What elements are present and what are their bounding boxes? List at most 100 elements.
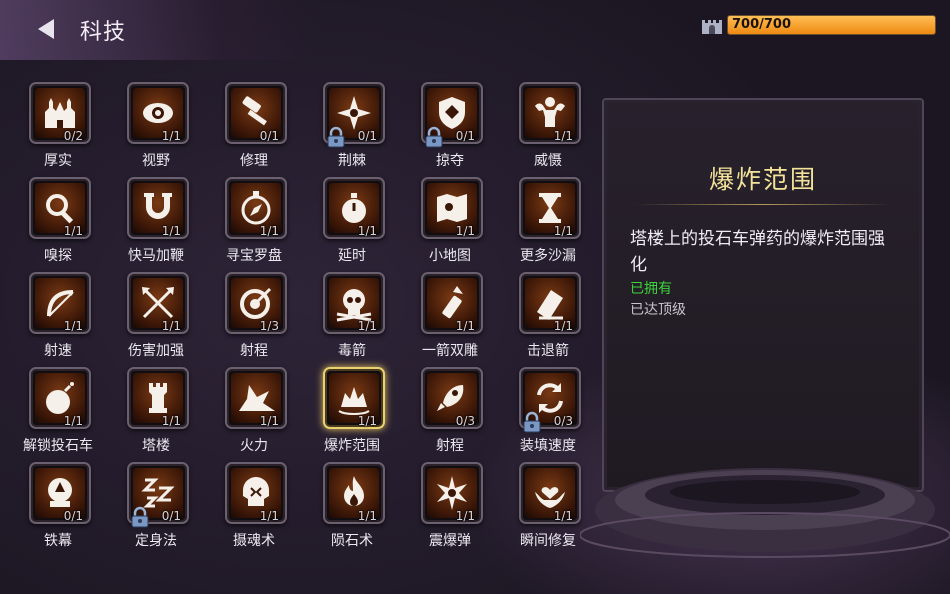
tech-item[interactable]: 1/1 伤害加强 bbox=[118, 272, 194, 367]
max-level-status: 已达顶级 bbox=[630, 302, 686, 318]
tech-item[interactable]: 1/1 一箭双雕 bbox=[412, 272, 488, 367]
tech-name: 修理 bbox=[240, 153, 268, 169]
tech-level: 1/1 bbox=[357, 414, 377, 428]
detail-panel: 爆炸范围 塔楼上的投石车弹药的爆炸范围强化 已拥有 已达顶级 bbox=[602, 98, 924, 492]
tech-name: 寻宝罗盘 bbox=[226, 248, 282, 264]
tech-tile[interactable]: 1/1 bbox=[29, 367, 91, 429]
tech-item[interactable]: 0/1 荆棘 bbox=[314, 82, 390, 177]
tech-level: 1/1 bbox=[259, 509, 279, 523]
pedestal-decoration bbox=[580, 468, 950, 558]
tech-tile[interactable]: 1/1 bbox=[29, 272, 91, 334]
tech-tile[interactable]: 0/3 bbox=[519, 367, 581, 433]
detail-description: 塔楼上的投石车弹药的爆炸范围强化 bbox=[630, 229, 885, 275]
tech-item[interactable]: 1/1 快马加鞭 bbox=[118, 177, 194, 272]
tech-tile[interactable]: 0/1 bbox=[323, 82, 385, 148]
tech-item[interactable]: 0/2 厚实 bbox=[20, 82, 96, 177]
lock-icon bbox=[424, 126, 444, 148]
tech-item[interactable]: 0/3 装填速度 bbox=[510, 367, 586, 462]
tech-level: 1/1 bbox=[161, 414, 181, 428]
tech-tile[interactable]: 1/1 bbox=[421, 462, 483, 524]
tech-tile[interactable]: 1/1 bbox=[421, 272, 483, 334]
tech-item[interactable]: 1/1 毒箭 bbox=[314, 272, 390, 367]
tech-tile[interactable]: 1/1 bbox=[127, 82, 189, 144]
tech-item[interactable]: 0/1 掠夺 bbox=[412, 82, 488, 177]
tech-item[interactable]: 0/1 修理 bbox=[216, 82, 292, 177]
tech-tile[interactable]: 1/1 bbox=[519, 462, 581, 524]
lock-icon bbox=[130, 506, 150, 528]
tech-tile[interactable]: 1/1 bbox=[225, 462, 287, 524]
tech-level: 0/1 bbox=[161, 509, 181, 523]
castle-health: 700/700 bbox=[700, 12, 940, 36]
tech-name: 火力 bbox=[240, 438, 268, 454]
lock-icon bbox=[326, 126, 346, 148]
tech-tile[interactable]: 0/1 bbox=[29, 462, 91, 524]
tech-tile[interactable]: 1/1 bbox=[323, 177, 385, 239]
tech-level: 1/1 bbox=[161, 129, 181, 143]
tech-name: 荆棘 bbox=[338, 153, 366, 169]
tech-name: 毒箭 bbox=[338, 343, 366, 359]
tech-item[interactable]: 1/1 嗅探 bbox=[20, 177, 96, 272]
tech-level: 1/1 bbox=[259, 414, 279, 428]
tech-level: 1/1 bbox=[63, 224, 83, 238]
tech-tile[interactable]: 1/1 bbox=[225, 177, 287, 239]
back-arrow-icon[interactable] bbox=[32, 16, 58, 42]
title-divider bbox=[634, 204, 892, 205]
tech-tile[interactable]: 1/1 bbox=[519, 82, 581, 144]
tech-item[interactable]: 1/1 小地图 bbox=[412, 177, 488, 272]
tech-level: 1/1 bbox=[455, 509, 475, 523]
tech-level: 1/1 bbox=[161, 224, 181, 238]
owned-status: 已拥有 bbox=[630, 281, 672, 297]
tech-tile[interactable]: 1/3 bbox=[225, 272, 287, 334]
tech-item[interactable]: 1/1 摄魂术 bbox=[216, 462, 292, 557]
tech-item[interactable]: 1/1 视野 bbox=[118, 82, 194, 177]
tech-item[interactable]: 1/1 解锁投石车 bbox=[20, 367, 96, 462]
tech-item[interactable]: 1/3 射程 bbox=[216, 272, 292, 367]
tech-tile[interactable]: 1/1 bbox=[127, 367, 189, 429]
tech-item[interactable]: 1/1 火力 bbox=[216, 367, 292, 462]
tech-name: 爆炸范围 bbox=[324, 438, 380, 454]
castle-health-icon bbox=[702, 20, 722, 34]
page-title: 科技 bbox=[80, 20, 127, 45]
tech-tile[interactable]: 1/1 bbox=[519, 272, 581, 334]
tech-level: 1/1 bbox=[357, 319, 377, 333]
tech-tile[interactable]: 1/1 bbox=[225, 367, 287, 429]
tech-name: 摄魂术 bbox=[233, 533, 275, 549]
tech-tile[interactable]: 0/1 bbox=[127, 462, 189, 528]
tech-tile[interactable]: 0/1 bbox=[225, 82, 287, 144]
tech-item[interactable]: 1/1 威慑 bbox=[510, 82, 586, 177]
tech-item[interactable]: 1/1 更多沙漏 bbox=[510, 177, 586, 272]
tech-tile[interactable]: 0/1 bbox=[421, 82, 483, 148]
tech-item[interactable]: 0/1 铁幕 bbox=[20, 462, 96, 557]
tech-item[interactable]: 1/1 塔楼 bbox=[118, 367, 194, 462]
tech-name: 延时 bbox=[338, 248, 366, 264]
tech-item[interactable]: 1/1 爆炸范围 bbox=[314, 367, 390, 462]
tech-level: 0/1 bbox=[455, 129, 475, 143]
tech-tile[interactable]: 1/1 bbox=[29, 177, 91, 239]
tech-level: 0/3 bbox=[455, 414, 475, 428]
tech-name: 射程 bbox=[436, 438, 464, 454]
tech-item[interactable]: 1/1 瞬间修复 bbox=[510, 462, 586, 557]
tech-level: 1/1 bbox=[553, 224, 573, 238]
tech-tile[interactable]: 0/2 bbox=[29, 82, 91, 144]
tech-item[interactable]: 1/1 寻宝罗盘 bbox=[216, 177, 292, 272]
tech-tile[interactable]: 1/1 bbox=[323, 462, 385, 524]
tech-item[interactable]: 0/3 射程 bbox=[412, 367, 488, 462]
tech-grid: 0/2 厚实 1/1 视野 0/1 修理 0/1 荆棘 0/1 掠夺 1/1 威… bbox=[20, 82, 600, 552]
tech-tile[interactable]: 1/1 bbox=[519, 177, 581, 239]
tech-name: 更多沙漏 bbox=[520, 248, 576, 264]
tech-tile[interactable]: 1/1 bbox=[127, 272, 189, 334]
tech-tile[interactable]: 1/1 bbox=[127, 177, 189, 239]
tech-tile[interactable]: 1/1 bbox=[323, 367, 385, 429]
tech-item[interactable]: 1/1 震爆弹 bbox=[412, 462, 488, 557]
tech-item[interactable]: 0/1 定身法 bbox=[118, 462, 194, 557]
tech-level: 1/1 bbox=[161, 319, 181, 333]
tech-item[interactable]: 1/1 射速 bbox=[20, 272, 96, 367]
tech-item[interactable]: 1/1 击退箭 bbox=[510, 272, 586, 367]
tech-tile[interactable]: 1/1 bbox=[323, 272, 385, 334]
tech-tile[interactable]: 1/1 bbox=[421, 177, 483, 239]
lock-icon bbox=[522, 411, 542, 433]
tech-tile[interactable]: 0/3 bbox=[421, 367, 483, 429]
tech-item[interactable]: 1/1 陨石术 bbox=[314, 462, 390, 557]
tech-item[interactable]: 1/1 延时 bbox=[314, 177, 390, 272]
detail-title: 爆炸范围 bbox=[708, 165, 817, 194]
